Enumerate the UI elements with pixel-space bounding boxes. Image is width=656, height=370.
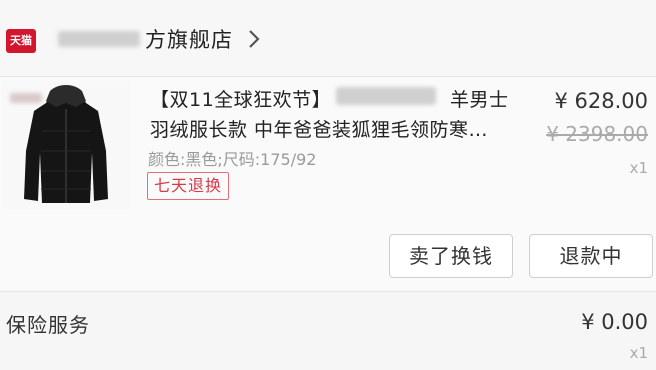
product-original-price: ¥ 2398.00 — [546, 122, 648, 146]
product-title-line1-end[interactable]: 羊男士 — [450, 85, 509, 112]
blurred-thumb-label — [10, 93, 42, 103]
product-price: ¥ 628.00 — [554, 89, 648, 113]
insurance-service-quantity: x1 — [629, 344, 648, 362]
product-thumbnail[interactable] — [2, 81, 130, 209]
blurred-title-segment — [336, 87, 436, 105]
insurance-service-label: 保险服务 — [6, 313, 90, 337]
insurance-service-price: ¥ 0.00 — [581, 310, 648, 334]
product-quantity: x1 — [629, 159, 648, 177]
insurance-service-row: 保险服务 ¥ 0.00 x1 — [0, 292, 656, 370]
order-item-card[interactable]: 【双11全球狂欢节】 羊男士 羽绒服长款 中年爸爸装狐狸毛领防寒… 颜色:黑色;… — [0, 77, 656, 292]
product-title-line1-start[interactable]: 【双11全球狂欢节】 — [150, 85, 331, 112]
seven-day-return-badge: 七天退换 — [147, 172, 230, 200]
tmall-logo: 天猫 — [6, 29, 36, 53]
chevron-right-icon[interactable] — [244, 28, 264, 50]
product-spec: 颜色:黑色;尺码:175/92 — [148, 150, 317, 169]
store-name[interactable]: 方旗舰店 — [145, 24, 233, 54]
refund-in-progress-button[interactable]: 退款中 — [529, 234, 653, 278]
store-header[interactable]: 天猫 方旗舰店 — [0, 0, 656, 77]
blurred-store-prefix — [58, 31, 140, 47]
product-title-line2[interactable]: 羽绒服长款 中年爸爸装狐狸毛领防寒… — [150, 115, 488, 142]
sell-for-cash-button[interactable]: 卖了换钱 — [389, 234, 513, 278]
